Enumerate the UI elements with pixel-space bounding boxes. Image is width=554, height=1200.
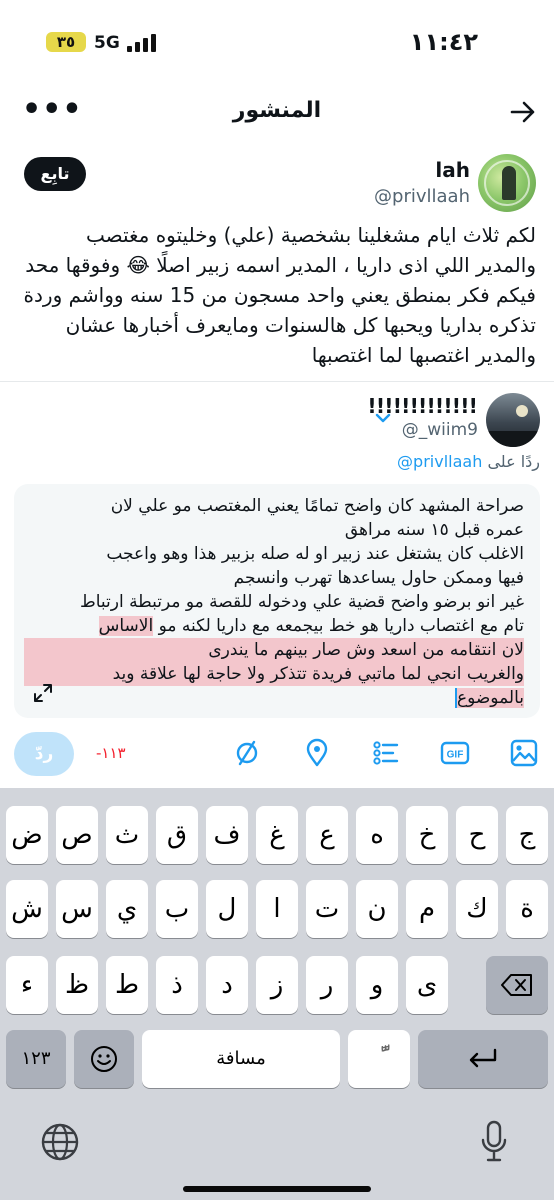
top-header: ••• المنشور xyxy=(0,88,554,140)
compose-line: تام مع اغتصاب داريا هو خط بيجمعه مع داري… xyxy=(24,614,524,638)
image-icon[interactable] xyxy=(509,738,539,768)
key[interactable]: ء xyxy=(6,956,48,1014)
key[interactable]: ص xyxy=(56,806,98,864)
compose-line: عمره قبل ١٥ سنه مراهق xyxy=(344,520,524,540)
post-text-line: والمدير اغتصبها لما اغتصبها xyxy=(311,343,536,367)
status-bar: ٣٥ 5G ١١:٤٢ xyxy=(0,0,554,80)
key[interactable]: ش xyxy=(6,880,48,938)
selected-text-line: لان انتقامه من اسعد وش صار بينهم ما يندر… xyxy=(24,638,524,662)
author-handle[interactable]: @privllaah xyxy=(374,186,470,207)
key[interactable]: ذ xyxy=(156,956,198,1014)
key[interactable]: ة xyxy=(506,880,548,938)
return-icon xyxy=(469,1048,497,1068)
poll-icon[interactable] xyxy=(371,738,401,768)
key[interactable]: ر xyxy=(306,956,348,1014)
key[interactable]: م xyxy=(406,880,448,938)
location-icon[interactable] xyxy=(302,738,332,768)
selected-text: الاساس xyxy=(98,616,154,636)
space-key[interactable]: مسافة xyxy=(142,1030,340,1088)
diacritics-key[interactable]: ًّ xyxy=(348,1030,410,1088)
selected-text-line: والغريب انجي لما ماتبي فريدة تتذكر ولا ح… xyxy=(24,662,524,686)
numbers-key[interactable]: ١٢٣ xyxy=(6,1030,66,1088)
post-text-line: لكم ثلاث ايام مشغلينا بشخصية (علي) وخليت… xyxy=(85,223,536,247)
key[interactable]: ظ xyxy=(56,956,98,1014)
reply-user-name: ǃǃǃǃǃǃǃǃǃǃǃǃǃ xyxy=(368,394,478,418)
reply-compose-box[interactable]: صراحة المشهد كان واضح تمامًا يعني المغتص… xyxy=(14,484,540,718)
post-text-line: تذكره بداريا ويحبها كل هالسنوات ومايعرف … xyxy=(65,313,536,337)
selected-text: بالموضوع xyxy=(456,688,524,708)
post-text: لكم ثلاث ايام مشغلينا بشخصية (علي) وخليت… xyxy=(18,220,536,380)
compose-line-part: تام مع اغتصاب داريا هو خط بيجمعه مع داري… xyxy=(158,616,524,636)
follow-button[interactable]: تابِع xyxy=(24,157,86,191)
reply-submit-button[interactable]: ردّ xyxy=(14,732,74,776)
compose-line: صراحة المشهد كان واضح تمامًا يعني المغتص… xyxy=(110,496,524,516)
microphone-icon[interactable] xyxy=(480,1120,508,1164)
compose-line: غير انو برضو واضح قضية علي ودخوله للقصة … xyxy=(79,592,524,612)
emoji-key[interactable] xyxy=(74,1030,134,1088)
key[interactable]: د xyxy=(206,956,248,1014)
key[interactable]: خ xyxy=(406,806,448,864)
home-indicator xyxy=(183,1186,371,1192)
battery-indicator: ٣٥ xyxy=(46,32,86,52)
key[interactable]: ك xyxy=(456,880,498,938)
backspace-icon xyxy=(501,974,532,996)
key[interactable]: ح xyxy=(456,806,498,864)
reply-user-handle: @_wiim9 xyxy=(401,420,478,440)
return-key[interactable] xyxy=(418,1030,548,1088)
key[interactable]: ف xyxy=(206,806,248,864)
replying-to: ردًا على @privllaah xyxy=(397,452,540,471)
replying-to-mention[interactable]: @privllaah xyxy=(397,452,482,471)
key[interactable]: ن xyxy=(356,880,398,938)
network-type: 5G xyxy=(94,33,120,53)
backspace-key[interactable] xyxy=(486,956,548,1014)
replying-to-prefix: ردًا على xyxy=(487,452,540,471)
key[interactable]: ب xyxy=(156,880,198,938)
globe-icon[interactable] xyxy=(40,1122,80,1162)
reply-avatar[interactable] xyxy=(486,393,540,447)
back-arrow-icon[interactable] xyxy=(510,100,536,124)
signal-strength-icon xyxy=(127,34,159,52)
key[interactable]: ق xyxy=(156,806,198,864)
divider xyxy=(0,381,554,382)
key[interactable]: ت xyxy=(306,880,348,938)
post-text-line: فيكم فكر بمنطق يعني واحد مسجون من 15 سنه… xyxy=(23,283,536,307)
key[interactable]: ز xyxy=(256,956,298,1014)
key[interactable]: ط xyxy=(106,956,148,1014)
selected-text-last-line: بالموضوع xyxy=(24,686,524,710)
expand-icon[interactable] xyxy=(32,682,54,704)
gif-icon[interactable]: GIF xyxy=(440,738,470,768)
author-name[interactable]: lah xyxy=(435,158,470,182)
author-avatar[interactable] xyxy=(478,154,536,212)
emoji-icon xyxy=(91,1046,117,1072)
compose-toolbar: ردّ -١١٣ GIF xyxy=(0,730,554,778)
svg-text:GIF: GIF xyxy=(447,750,464,761)
key[interactable]: ى xyxy=(406,956,448,1014)
status-time: ١١:٤٢ xyxy=(409,28,478,56)
key[interactable]: ع xyxy=(306,806,348,864)
key[interactable]: ه xyxy=(356,806,398,864)
reply-text-input[interactable]: صراحة المشهد كان واضح تمامًا يعني المغتص… xyxy=(24,494,524,710)
thread-icon[interactable] xyxy=(232,738,262,768)
post-text-line: والمدير اللي اذى داريا ، المدير اسمه زبي… xyxy=(25,253,536,277)
key[interactable]: ل xyxy=(206,880,248,938)
page-title: المنشور xyxy=(232,98,322,123)
key[interactable]: و xyxy=(356,956,398,1014)
compose-line: فيها وممكن حاول يساعدها تهرب وانسجم xyxy=(233,568,524,588)
character-counter: -١١٣ xyxy=(96,744,126,762)
key[interactable]: ض xyxy=(6,806,48,864)
key[interactable]: ث xyxy=(106,806,148,864)
key[interactable]: ج xyxy=(506,806,548,864)
key[interactable]: غ xyxy=(256,806,298,864)
key[interactable]: ي xyxy=(106,880,148,938)
key[interactable]: ا xyxy=(256,880,298,938)
key[interactable]: س xyxy=(56,880,98,938)
compose-line: الاغلب كان يشتغل عند زبير او له صله بزبي… xyxy=(106,544,524,564)
